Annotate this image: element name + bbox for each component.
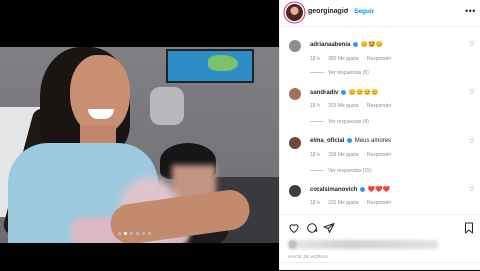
comment-icon[interactable] <box>306 222 318 234</box>
comment-text: 😊🤩😊 <box>360 42 384 48</box>
share-icon[interactable] <box>323 222 335 234</box>
reply-button[interactable]: Responder <box>367 103 391 109</box>
carousel-dot <box>118 232 121 235</box>
carousel-dot <box>124 232 127 235</box>
heart-outline-icon[interactable]: ♡ <box>469 186 474 193</box>
comment-line: coralsimanovich ❤️❤️❤️ <box>310 186 390 193</box>
post-actions <box>280 214 480 241</box>
heart-outline-icon[interactable]: ♡ <box>469 138 474 145</box>
comment-likes[interactable]: 339 Me gusta <box>328 152 358 158</box>
comment-line: elma_oficial Meus amores <box>310 138 391 144</box>
comment-time: 18 h <box>310 152 320 158</box>
reply-button[interactable]: Responder <box>367 200 391 206</box>
comment-avatar[interactable] <box>289 40 301 52</box>
comment-meta: 18 h 231 Me gusta Responder <box>310 200 398 206</box>
comment-time: 18 h <box>310 103 320 109</box>
comment-line: adrianaabenia 😊🤩😊 <box>310 41 383 48</box>
verified-badge-icon <box>353 41 359 47</box>
more-options-icon[interactable]: ••• <box>465 6 476 16</box>
post-media-pane <box>0 0 279 270</box>
verified-badge-icon <box>347 138 353 143</box>
verified-badge-icon <box>341 89 347 95</box>
carousel-indicator <box>118 232 151 235</box>
carousel-dot <box>142 232 145 235</box>
author-avatar[interactable] <box>286 4 303 21</box>
comment-likes[interactable]: 231 Me gusta <box>328 200 358 206</box>
comment-meta: 18 h 390 Me gusta Responder <box>310 56 398 62</box>
post-header: georginagio • Seguir ••• <box>280 0 480 27</box>
comment-text: 😊😊😊😊 <box>348 90 379 96</box>
comment-line: sandradiv 😊😊😊😊 <box>310 89 379 96</box>
comment-username[interactable]: coralsimanovich <box>310 187 357 193</box>
post-photo[interactable] <box>0 47 279 243</box>
follow-button[interactable]: Seguir <box>354 8 374 15</box>
author-username[interactable]: georginagio <box>308 8 348 15</box>
likes-summary-blurred <box>288 240 438 249</box>
comment-text: ❤️❤️❤️ <box>367 187 391 193</box>
carousel-dot <box>136 232 139 235</box>
heart-icon[interactable] <box>288 222 300 234</box>
reply-button[interactable]: Responder <box>367 56 391 62</box>
comment-username[interactable]: sandradiv <box>310 90 338 96</box>
carousel-dot <box>148 232 151 235</box>
bookmark-icon[interactable] <box>463 222 475 234</box>
view-replies-button[interactable]: Ver respuestas (4) <box>310 119 369 125</box>
carousel-dot <box>130 232 133 235</box>
post-sidebar: georginagio • Seguir ••• adrianaabenia 😊… <box>279 0 480 270</box>
comment-likes[interactable]: 202 Me gusta <box>328 103 358 109</box>
woman-face <box>70 55 130 135</box>
header-separator: • <box>346 7 349 14</box>
map-landmass <box>208 55 238 71</box>
heart-outline-icon[interactable]: ♡ <box>469 41 474 48</box>
view-replies-button[interactable]: Ver respuestas (15) <box>310 168 372 174</box>
comment-meta: 18 h 339 Me gusta Responder <box>310 152 398 158</box>
comment-avatar[interactable] <box>289 185 301 197</box>
cabin-window <box>150 87 184 125</box>
comment-likes[interactable]: 390 Me gusta <box>328 56 358 62</box>
comment-username[interactable]: elma_oficial <box>310 138 344 144</box>
comment-time: 18 h <box>310 56 320 62</box>
comment-avatar[interactable] <box>289 137 301 149</box>
heart-outline-icon[interactable]: ♡ <box>469 89 474 96</box>
comment-text: Meus amores <box>354 138 392 145</box>
comment-username[interactable]: adrianaabenia <box>310 42 350 48</box>
liker-avatar-blurred <box>288 240 297 249</box>
post-time: HACE 18 HORAS <box>288 254 328 259</box>
cabin-screen <box>166 49 254 83</box>
comment-time: 18 h <box>310 200 320 206</box>
verified-badge-icon <box>360 186 366 192</box>
view-replies-button[interactable]: Ver respuestas (5) <box>310 70 369 76</box>
reply-button[interactable]: Responder <box>367 152 391 158</box>
comment-avatar[interactable] <box>289 88 301 100</box>
comment-meta: 18 h 202 Me gusta Responder <box>310 103 398 109</box>
